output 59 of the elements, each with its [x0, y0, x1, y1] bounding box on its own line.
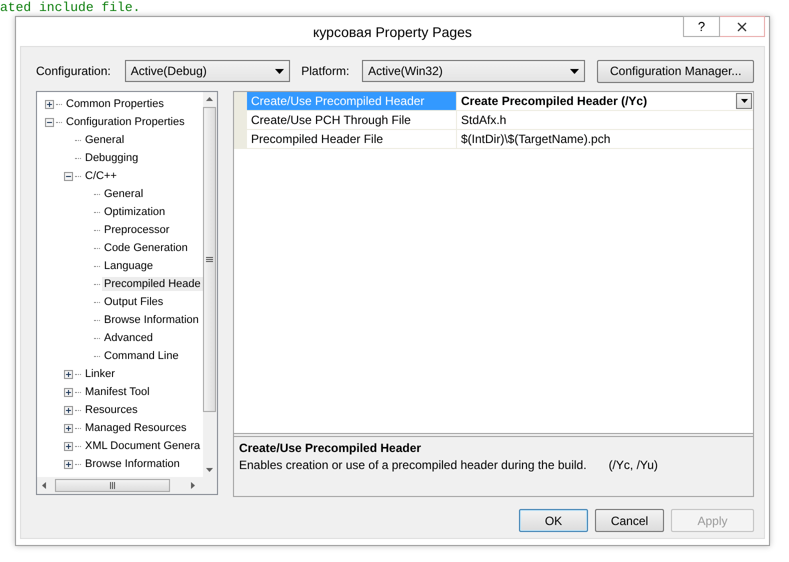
tree-item[interactable]: Output Files — [102, 295, 166, 309]
expand-icon[interactable] — [64, 442, 73, 450]
tree-item[interactable]: Optimization — [102, 205, 168, 219]
tree-item[interactable]: Code Generation — [102, 241, 190, 255]
tree-item[interactable]: Browse Information — [102, 313, 201, 327]
tree-item[interactable]: General — [83, 133, 126, 147]
expand-icon[interactable] — [64, 370, 73, 378]
expand-icon[interactable] — [45, 100, 54, 108]
tree-item[interactable]: Common Properties — [64, 97, 166, 111]
grip-icon — [206, 256, 214, 263]
help-button[interactable]: ? — [683, 16, 720, 37]
close-icon — [737, 22, 747, 32]
dialog-button[interactable]: OK — [519, 509, 588, 532]
tree-item[interactable]: General — [102, 187, 146, 201]
expand-icon[interactable] — [64, 406, 73, 414]
tree-item[interactable]: Manifest Tool — [83, 385, 152, 399]
configuration-label: Configuration: — [36, 64, 112, 78]
expand-icon[interactable] — [64, 388, 73, 396]
tree-item[interactable]: C/C++ — [83, 169, 119, 183]
description-text: Enables creation or use of a precompiled header during the build. — [239, 458, 587, 472]
tree-item[interactable]: Advanced — [102, 331, 155, 345]
row-header — [234, 130, 247, 149]
code-comment: ated include file. — [0, 0, 140, 15]
tree-item[interactable]: Language — [102, 259, 155, 273]
expand-icon[interactable] — [64, 424, 73, 432]
description-switches: (/Yc, /Yu) — [608, 458, 658, 472]
tree-item[interactable]: Precompiled Heade — [102, 277, 203, 291]
tree-item[interactable]: Browse Information — [83, 457, 182, 471]
caret-icon — [570, 68, 580, 74]
property-value[interactable]: Create Precompiled Header (/Yc) — [457, 92, 753, 111]
tree-item[interactable]: Preprocessor — [102, 223, 172, 237]
tree-item[interactable]: Debugging — [83, 151, 140, 165]
collapse-icon[interactable] — [45, 118, 54, 126]
collapse-icon[interactable] — [64, 172, 73, 180]
configuration-dropdown[interactable]: Active(Debug) — [124, 60, 290, 82]
dropdown-button[interactable] — [736, 93, 752, 109]
tree-item[interactable]: Configuration Properties — [64, 115, 187, 129]
dialog-button[interactable]: Cancel — [595, 509, 664, 532]
tree-item[interactable]: Command Line — [102, 349, 181, 363]
property-value[interactable]: StdAfx.h — [457, 111, 753, 130]
window-title: курсовая Property Pages — [313, 24, 472, 40]
property-value[interactable]: $(IntDir)\$(TargetName).pch — [457, 130, 753, 149]
tree-item[interactable]: Managed Resources — [83, 421, 189, 435]
caret-icon — [275, 68, 284, 74]
configuration-manager-button[interactable]: Configuration Manager... — [597, 60, 754, 82]
tree-item[interactable]: Linker — [83, 367, 117, 381]
close-button[interactable] — [720, 16, 765, 37]
expand-icon[interactable] — [64, 460, 73, 468]
row-header — [234, 92, 247, 111]
vertical-scrollbar[interactable] — [202, 92, 217, 477]
platform-dropdown[interactable]: Active(Win32) — [362, 60, 586, 82]
tree-item[interactable]: XML Document Genera — [83, 439, 202, 453]
property-name[interactable]: Precompiled Header File — [247, 130, 457, 149]
description-title: Create/Use Precompiled Header — [239, 441, 422, 455]
grip-icon — [109, 482, 116, 489]
platform-label: Platform: — [301, 64, 350, 78]
caret-icon — [740, 99, 748, 103]
tree-item[interactable]: Resources — [83, 403, 140, 417]
property-name[interactable]: Create/Use PCH Through File — [247, 111, 457, 130]
